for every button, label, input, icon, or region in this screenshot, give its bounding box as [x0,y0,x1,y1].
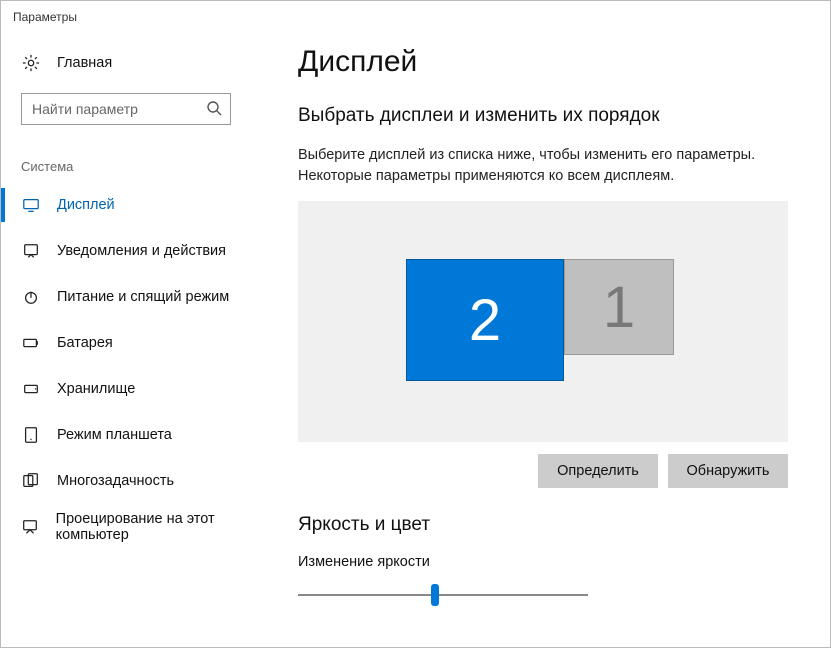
window-title: Параметры [13,10,77,24]
brightness-heading: Яркость и цвет [298,514,788,536]
notifications-icon [21,241,41,261]
home-label: Главная [57,55,112,71]
slider-track [298,594,588,596]
sidebar-item-tablet[interactable]: Режим планшета [1,412,276,458]
sidebar-nav: Дисплей Уведомления и действия Питание и… [1,182,276,550]
detect-button[interactable]: Обнаружить [668,454,788,488]
power-icon [21,287,41,307]
storage-icon [21,379,41,399]
sidebar: Главная Система Дисплей [1,33,276,649]
display-buttons-row: Определить Обнаружить [298,454,788,488]
search-input[interactable] [22,94,230,124]
sidebar-item-label: Питание и спящий режим [57,289,229,305]
arrange-description: Выберите дисплей из списка ниже, чтобы и… [298,145,788,187]
content-area: Дисплей Выбрать дисплеи и изменить их по… [276,33,830,649]
search-box[interactable] [21,93,231,125]
monitor-1-label: 1 [603,274,635,341]
identify-button[interactable]: Определить [538,454,658,488]
monitor-2-label: 2 [469,287,501,354]
sidebar-section-label: Система [1,125,276,182]
sidebar-item-label: Дисплей [57,197,115,213]
slider-thumb[interactable] [431,584,439,606]
sidebar-item-multitasking[interactable]: Многозадачность [1,458,276,504]
brightness-label: Изменение яркости [298,554,788,570]
sidebar-item-battery[interactable]: Батарея [1,320,276,366]
sidebar-item-power[interactable]: Питание и спящий режим [1,274,276,320]
arrange-heading: Выбрать дисплеи и изменить их порядок [298,105,788,127]
gear-icon [21,53,41,73]
sidebar-item-projecting[interactable]: Проецирование на этот компьютер [1,504,276,550]
multitasking-icon [21,471,41,491]
page-title: Дисплей [298,45,788,79]
tablet-icon [21,425,41,445]
sidebar-item-notifications[interactable]: Уведомления и действия [1,228,276,274]
display-arrangement-box[interactable]: 2 1 [298,201,788,442]
sidebar-item-display[interactable]: Дисплей [1,182,276,228]
brightness-slider[interactable] [298,584,588,608]
sidebar-item-label: Хранилище [57,381,135,397]
sidebar-item-label: Режим планшета [57,427,172,443]
sidebar-item-label: Уведомления и действия [57,243,226,259]
sidebar-item-label: Проецирование на этот компьютер [56,511,276,543]
sidebar-item-label: Многозадачность [57,473,174,489]
monitor-1[interactable]: 1 [564,259,674,355]
sidebar-item-label: Батарея [57,335,113,351]
projecting-icon [21,517,40,537]
display-icon [21,195,41,215]
sidebar-item-storage[interactable]: Хранилище [1,366,276,412]
home-button[interactable]: Главная [1,47,276,79]
monitor-2[interactable]: 2 [406,259,564,381]
window-title-bar: Параметры [1,1,830,33]
battery-icon [21,333,41,353]
